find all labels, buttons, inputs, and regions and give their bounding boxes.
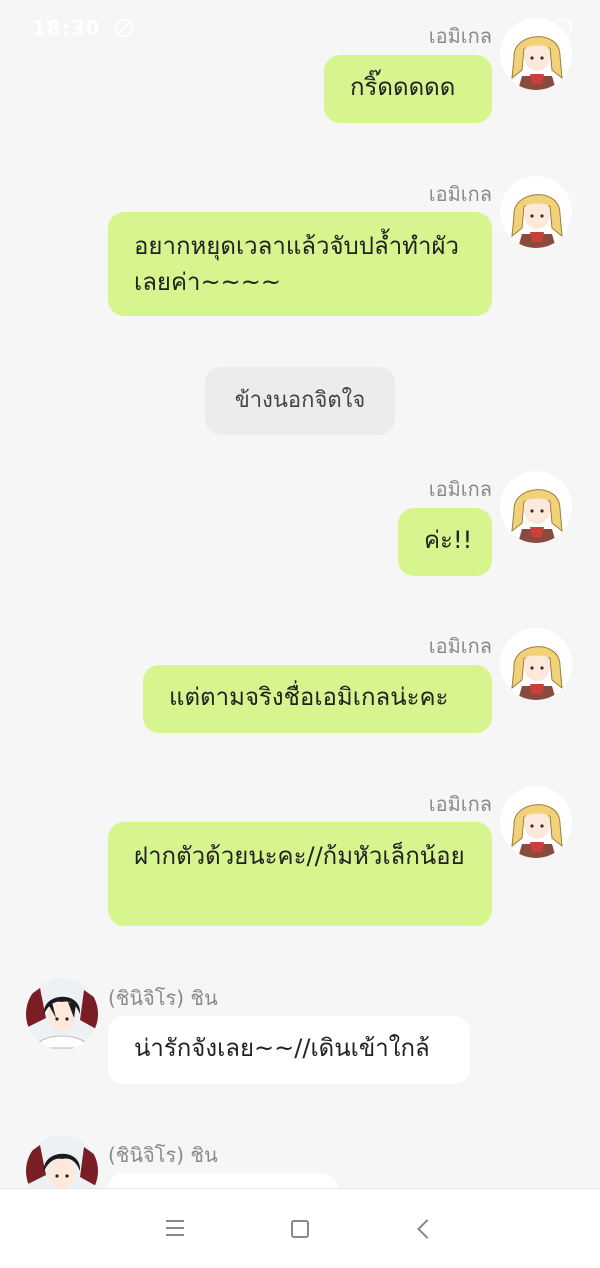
message-bubble-self[interactable]: กริ๊ดดดดด [324, 55, 492, 123]
home-icon[interactable] [286, 1215, 314, 1243]
message-bubble-self[interactable]: อยากหยุดเวลาแล้วจับปล้ำทำผัวเลยค่า~~~~ [108, 212, 492, 316]
message-bubble-self[interactable]: ฝากตัวด้วยนะคะ//ก้มหัวเล็กน้อย [108, 822, 492, 926]
avatar-image [500, 471, 572, 543]
message-text: อยากหยุดเวลาแล้วจับปล้ำทำผัวเลยค่า~~~~ [134, 232, 460, 296]
avatar-image [500, 18, 572, 90]
message-text: ฝากตัวด้วยนะคะ//ก้มหัวเล็กน้อย [134, 842, 465, 870]
sender-name: เอมิเกล [428, 182, 492, 206]
sender-name: เอมิเกล [428, 792, 492, 816]
message-text: แต่ตามจริงชื่อเอมิเกลน่ะคะ [169, 683, 449, 711]
sender-name: เอมิเกล [428, 24, 492, 48]
avatar-emigel[interactable] [500, 786, 572, 858]
message-bubble-self[interactable]: แต่ตามจริงชื่อเอมิเกลน่ะคะ [143, 665, 492, 733]
back-icon[interactable] [412, 1215, 440, 1243]
sender-name: (ชินิจิโร) ชิน [108, 1143, 218, 1167]
avatar-image [500, 176, 572, 248]
avatar-emigel[interactable] [500, 628, 572, 700]
avatar-image [500, 786, 572, 858]
message-text: กริ๊ดดดดด [350, 73, 456, 101]
avatar-emigel[interactable] [500, 176, 572, 248]
avatar-emigel[interactable] [500, 18, 572, 90]
status-time-text: 18:30 [32, 16, 101, 40]
message-text: ค่ะ!! [424, 526, 473, 554]
avatar-emigel[interactable] [500, 471, 572, 543]
sender-name: เอมิเกล [428, 477, 492, 501]
status-time: 18:30 [32, 16, 133, 40]
sender-name: (ชินิจิโร) ชิน [108, 986, 218, 1010]
do-not-disturb-icon [114, 19, 133, 37]
message-text: น่ารักจังเลย~~//เดินเข้าใกล้ [134, 1034, 430, 1062]
system-note: ข้างนอกจิตใจ [205, 367, 395, 435]
avatar-image [500, 628, 572, 700]
menu-icon[interactable] [162, 1215, 190, 1243]
message-bubble-other[interactable]: น่ารักจังเลย~~//เดินเข้าใกล้ [108, 1016, 470, 1084]
message-bubble-self[interactable]: ค่ะ!! [398, 508, 492, 576]
sender-name: เอมิเกล [428, 634, 492, 658]
avatar-image [26, 978, 98, 1050]
avatar-shin[interactable] [26, 978, 98, 1050]
navigation-bar [0, 1188, 600, 1268]
